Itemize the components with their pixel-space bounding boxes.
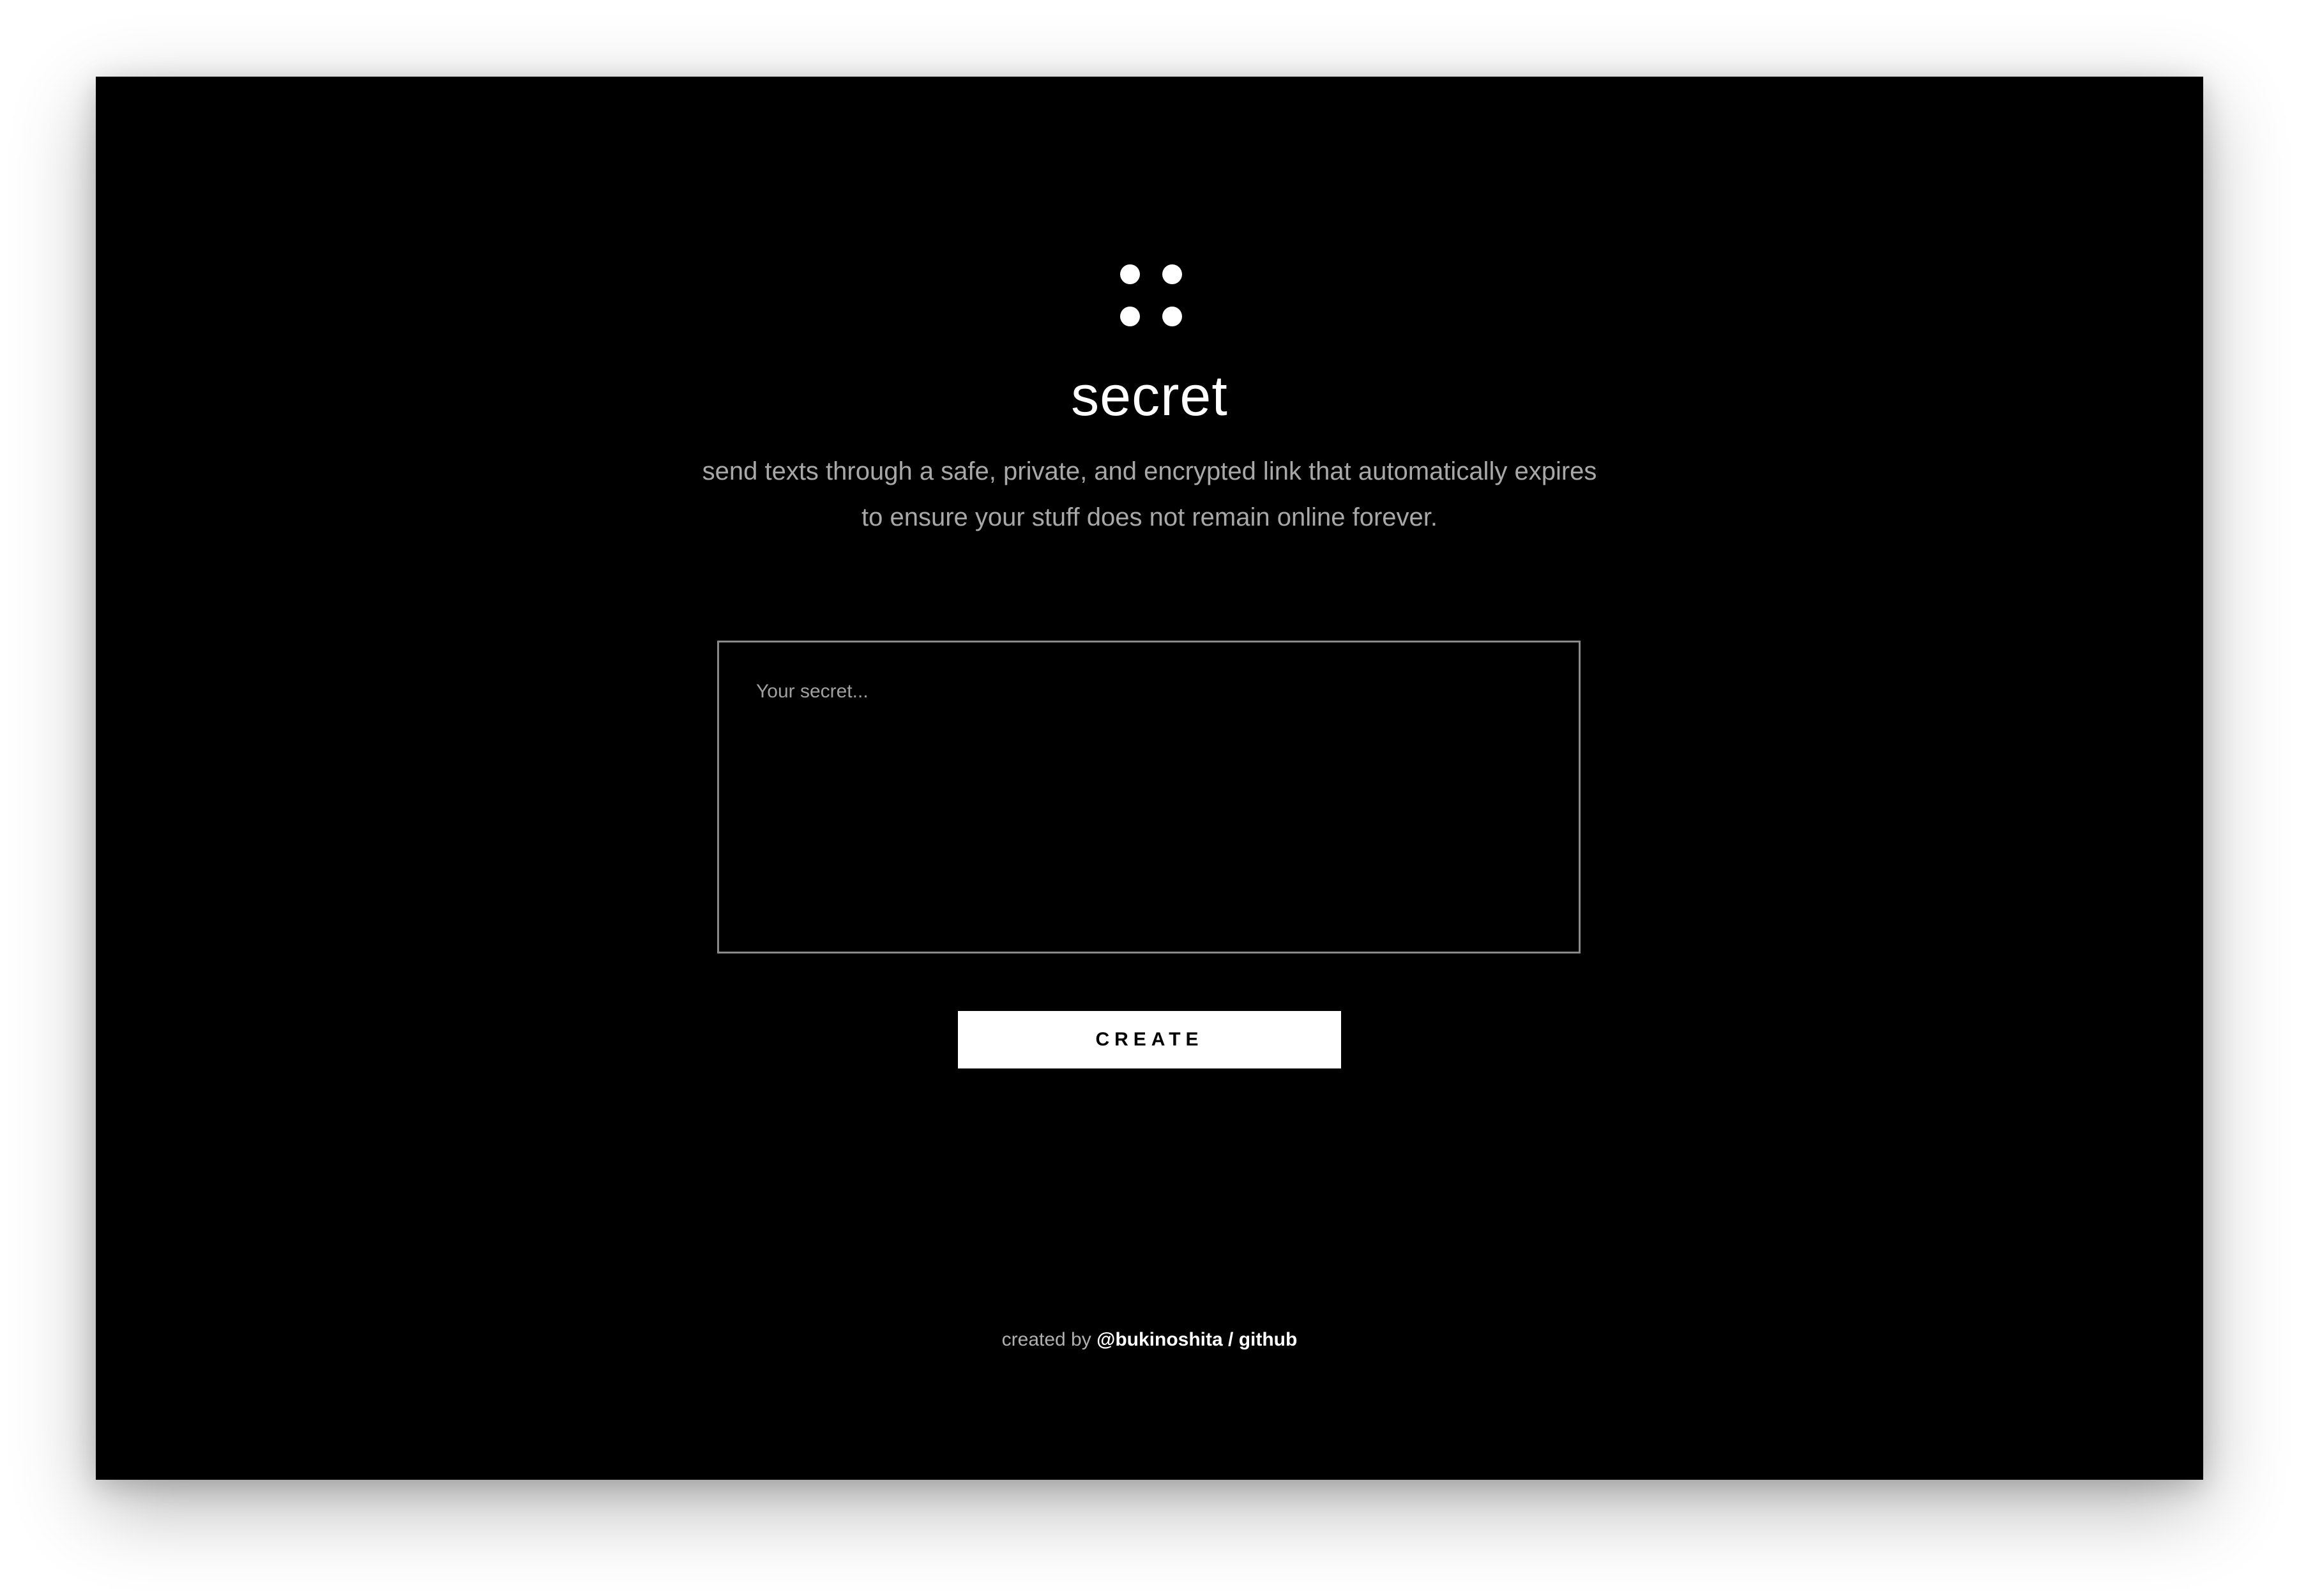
author-link[interactable]: @bukinoshita — [1096, 1329, 1223, 1350]
github-link[interactable]: github — [1239, 1329, 1298, 1350]
app-window: secret send texts through a safe, privat… — [96, 77, 2203, 1480]
secret-input[interactable] — [717, 641, 1581, 954]
logo-dot — [1120, 264, 1140, 284]
four-dots-logo-icon — [1118, 262, 1182, 326]
footer-separator: / — [1228, 1329, 1234, 1350]
create-button[interactable]: CREATE — [958, 1011, 1341, 1068]
tagline-line-1: send texts through a safe, private, and … — [702, 457, 1597, 485]
logo-dot — [1120, 307, 1140, 326]
logo-dot — [1162, 264, 1182, 284]
tagline-line-2: to ensure your stuff does not remain onl… — [861, 503, 1438, 531]
tagline: send texts through a safe, private, and … — [96, 448, 2203, 540]
logo-dot — [1162, 307, 1182, 326]
page-title: secret — [1071, 364, 1228, 427]
footer-credit: created by @bukinoshita / github — [96, 1327, 2203, 1353]
footer-prefix: created by — [1001, 1329, 1091, 1350]
